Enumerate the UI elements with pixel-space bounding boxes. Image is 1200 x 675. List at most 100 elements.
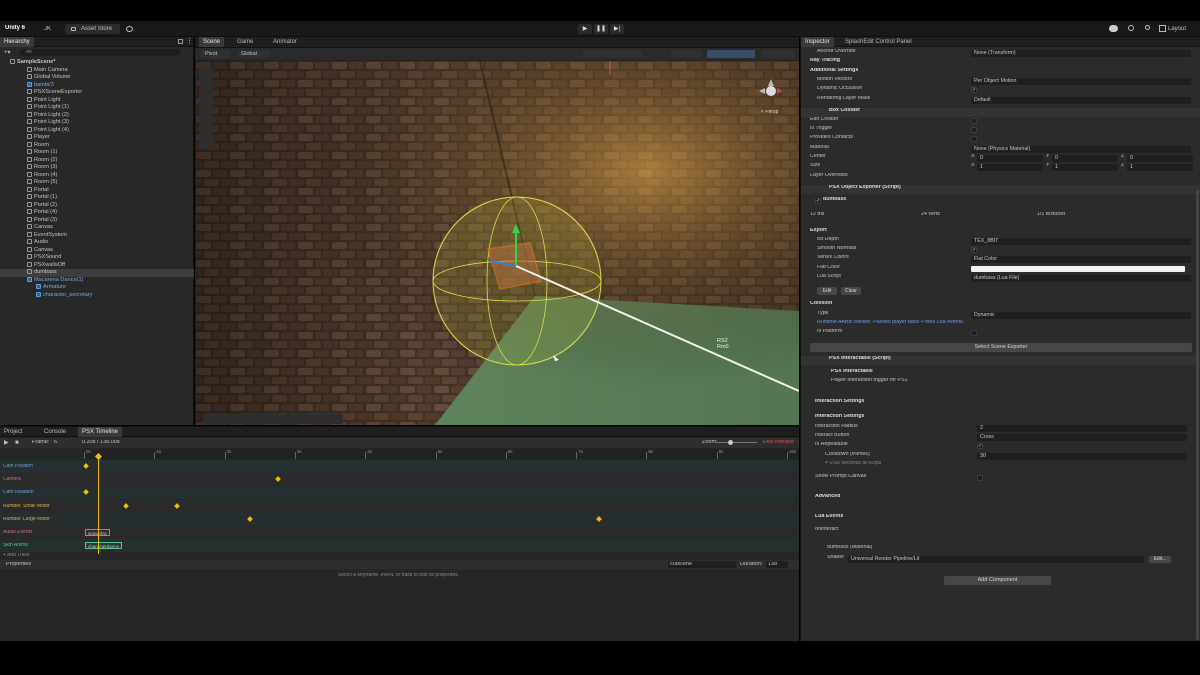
account-button[interactable]: JK	[44, 26, 51, 32]
play-button[interactable]: ▶	[578, 24, 592, 34]
hierarchy-item[interactable]: Portal (4)	[0, 209, 194, 217]
tab-animator[interactable]: Animator	[269, 37, 301, 47]
axis-field[interactable]: 0	[1052, 155, 1118, 162]
hierarchy-item[interactable]: dumbass	[0, 269, 194, 277]
shader-value[interactable]: Universal Render Pipeline/Lit	[848, 556, 1144, 564]
hierarchy-item[interactable]: Point Light (3)	[0, 119, 194, 127]
render-toggles[interactable]	[671, 50, 701, 58]
keyframe[interactable]	[83, 489, 89, 496]
keyframe[interactable]	[83, 463, 89, 469]
scene-viewport[interactable]: RS2 Rm0 < Persp	[195, 61, 799, 425]
hierarchy-item[interactable]: bambi/3	[0, 82, 194, 90]
timeline-ruler[interactable]: 0s 1s 2s 3s 4s 5s 6s 7s 8s 9s 10s	[84, 449, 799, 459]
pause-button[interactable]: ❚❚	[594, 24, 608, 34]
timeline-track[interactable]: Skin Anims characterdance	[0, 539, 799, 553]
timeline-track[interactable]: Cam Rotation	[0, 486, 799, 500]
pivot-dropdown[interactable]: Pivot	[201, 50, 231, 58]
cloud-sync-icon[interactable]	[126, 26, 133, 32]
select-scene-exporter-button[interactable]: Select Scene Exporter	[810, 342, 1192, 352]
interact-button-value[interactable]: Cross	[977, 434, 1187, 441]
timeline-track[interactable]: Rumble: Small Motor	[0, 499, 799, 513]
dynamic-occlusion-checkbox[interactable]: ✓	[971, 87, 977, 94]
shader-edit-button[interactable]: Edit...	[1149, 556, 1171, 564]
anim-clip[interactable]: characterdance	[85, 542, 123, 550]
lock-icon[interactable]	[178, 39, 183, 44]
smooth-normals-checkbox[interactable]: ✓	[971, 247, 977, 254]
layout-dropdown[interactable]: Layout	[1168, 26, 1186, 32]
search-input[interactable]	[20, 49, 180, 56]
rendering-layer-value[interactable]: Default	[971, 96, 1191, 104]
hierarchy-item[interactable]: Room (5)	[0, 179, 194, 187]
tab-hierarchy[interactable]: Hierarchy	[0, 37, 34, 47]
add-component-button[interactable]: Add Component	[944, 575, 1051, 585]
timeline-track[interactable]: Cam Position	[0, 460, 799, 473]
is-platform-checkbox[interactable]	[971, 330, 977, 337]
hierarchy-item[interactable]: Portal (1)	[0, 194, 194, 202]
axis-field[interactable]: 1	[977, 164, 1043, 172]
timeline-track[interactable]: Audio Eventsspawnfac	[0, 526, 799, 539]
play-icon[interactable]: ▶	[4, 440, 9, 446]
keyframe[interactable]	[174, 502, 180, 509]
vertex-colors[interactable]: Vertex Colors Flat Color	[801, 255, 1200, 264]
rendering-layer[interactable]: Rendering Layer Mask Default	[801, 96, 1200, 105]
tab-project[interactable]: Project	[0, 427, 27, 437]
overlay-toolbar-bottom[interactable]	[203, 414, 343, 424]
playhead[interactable]	[98, 454, 99, 554]
lua-script-value[interactable]: dumbass (Lua File)	[971, 275, 1191, 282]
hierarchy-item[interactable]: Macarena Dance(1)	[0, 277, 194, 285]
is-trigger-checkbox[interactable]	[971, 127, 977, 134]
hierarchy-item[interactable]: Player	[0, 134, 194, 142]
shader[interactable]: Shader Universal Render Pipeline/Lit Edit.…	[801, 555, 1200, 564]
bit-depth-value[interactable]: TEX_8BIT	[971, 237, 1191, 245]
show-prompt-canvas-checkbox[interactable]	[977, 475, 983, 482]
gizmo-toggles[interactable]	[707, 50, 755, 58]
hierarchy-item[interactable]: Canvas	[0, 247, 194, 255]
hierarchy-item[interactable]: Canvas	[0, 224, 194, 232]
hierarchy-item[interactable]: Portal (2)	[0, 202, 194, 210]
axis-field[interactable]: 0	[1127, 155, 1193, 162]
draw-mode-toolbar[interactable]	[583, 50, 643, 58]
hierarchy-item[interactable]: Main Camera	[0, 67, 194, 75]
layers-icon[interactable]	[1159, 25, 1166, 32]
bit-depth[interactable]: Bit Depth TEX_8BIT	[801, 237, 1200, 246]
object-name-checkbox[interactable]: ✓	[815, 197, 821, 204]
collision-type-value[interactable]: Dynamic	[971, 311, 1191, 319]
cooldown-value[interactable]: 30	[977, 452, 1187, 460]
interact-button[interactable]: Interact Button Cross	[801, 433, 1200, 442]
stop-icon[interactable]: ■	[15, 440, 19, 446]
orientation-gizmo[interactable]	[751, 75, 791, 113]
tab-game[interactable]: Game	[233, 37, 257, 47]
timeline-track[interactable]: Camera	[0, 473, 799, 487]
inspector-scrollbar[interactable]	[1196, 190, 1199, 640]
history-icon[interactable]	[1128, 25, 1134, 31]
hierarchy-item[interactable]: Armature	[0, 284, 194, 292]
keyframe[interactable]	[247, 515, 253, 522]
hierarchy-item[interactable]: SampleScene*	[0, 59, 194, 67]
frame-field[interactable]: 6	[54, 440, 57, 446]
hierarchy-item[interactable]: Room (2)	[0, 157, 194, 165]
motion-vectors[interactable]: Motion Vectors Per Object Motion	[801, 77, 1200, 86]
step-button[interactable]: ▶|	[610, 24, 624, 34]
timeline-track[interactable]: Rumble: Large Motor	[0, 512, 799, 526]
hierarchy-item[interactable]: Room (3)	[0, 164, 194, 172]
provides-contacts-checkbox[interactable]	[971, 136, 977, 143]
hierarchy-item[interactable]: Portal (3)	[0, 217, 194, 225]
hierarchy-item[interactable]: Point Light (2)	[0, 112, 194, 120]
collision-type[interactable]: Type Dynamic	[801, 311, 1200, 320]
hierarchy-item[interactable]: Audio	[0, 239, 194, 247]
add-icon[interactable]: +▾	[4, 50, 11, 56]
collider-material-value[interactable]: None (Physics Material)	[971, 145, 1191, 153]
edit-button[interactable]: Edit	[817, 287, 837, 296]
unity-logo[interactable]: Unity 6	[5, 25, 25, 31]
hierarchy-item[interactable]: Portal	[0, 187, 194, 195]
hierarchy-item[interactable]: Room	[0, 142, 194, 150]
tab-console[interactable]: Console	[40, 427, 70, 437]
hierarchy-item[interactable]: character_secretary	[0, 292, 194, 300]
hierarchy-item[interactable]: PSXSceneExporter	[0, 89, 194, 97]
persp-label[interactable]: < Persp	[761, 110, 778, 115]
more-icon[interactable]: ⋮	[186, 38, 193, 45]
keyframe[interactable]	[123, 502, 129, 509]
keyframe[interactable]	[596, 515, 602, 522]
interaction-radius-value[interactable]: 2	[977, 424, 1187, 432]
end-preview-button[interactable]: End Preview	[763, 440, 794, 446]
